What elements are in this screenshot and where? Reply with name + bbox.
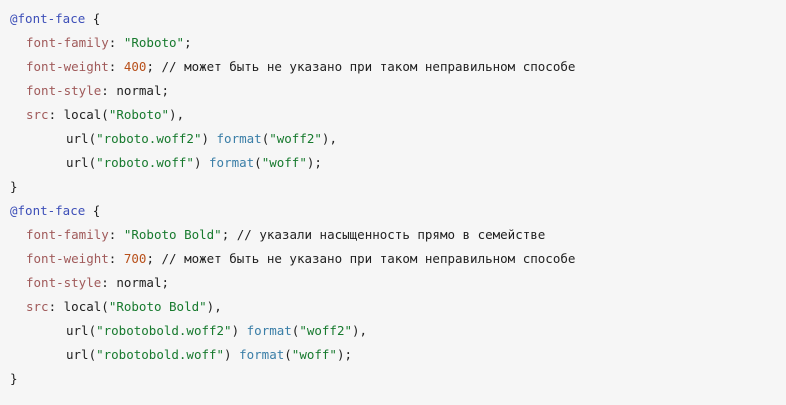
function-format: format (246, 323, 292, 338)
value-string: "robotobold.woff" (96, 347, 225, 362)
comma: , (214, 299, 222, 314)
function-format: format (216, 131, 262, 146)
code-line-16: } (10, 367, 786, 391)
value-string: "roboto.woff2" (96, 131, 202, 146)
property-font-style: font-style (26, 275, 102, 290)
semicolon: ; (184, 35, 192, 50)
value-string: "woff" (291, 347, 337, 362)
comment: // может быть не указано при таком непра… (153, 59, 576, 74)
colon: : (108, 35, 124, 50)
property-src: src (26, 299, 49, 314)
comma: , (359, 323, 368, 338)
code-line-8: } (10, 175, 786, 199)
semicolon: ; (146, 59, 154, 74)
colon: : (108, 251, 124, 266)
lparen: ( (101, 107, 109, 122)
property-font-family: font-family (26, 227, 109, 242)
function-format: format (209, 155, 255, 170)
comment: // может быть не указано при таком непра… (153, 251, 576, 266)
code-line-6: url("roboto.woff2") format("woff2"), (10, 127, 786, 151)
value-string: "Roboto Bold" (108, 299, 207, 314)
lparen: ( (284, 347, 292, 362)
colon: : (48, 107, 64, 122)
value-string: "Roboto Bold" (123, 227, 222, 242)
open-brace: { (85, 203, 101, 218)
comma: , (176, 107, 185, 122)
lparen: ( (101, 299, 109, 314)
code-line-5: src: local("Roboto"), (10, 103, 786, 127)
property-font-family: font-family (26, 35, 109, 50)
colon: : (101, 275, 117, 290)
code-line-3: font-weight: 400; // может быть не указа… (10, 55, 786, 79)
rparen: ) (352, 323, 360, 338)
code-line-7: url("roboto.woff") format("woff"); (10, 151, 786, 175)
code-line-1: @font-face { (10, 7, 786, 31)
rparen: ) (201, 131, 217, 146)
value-string: "robotobold.woff2" (96, 323, 232, 338)
at-rule-font-face: @font-face (10, 11, 86, 26)
code-line-13: src: local("Roboto Bold"), (10, 295, 786, 319)
function-url: url (66, 155, 89, 170)
close-brace: } (10, 179, 18, 194)
rparen: ) (224, 347, 240, 362)
colon: : (48, 299, 64, 314)
code-line-11: font-weight: 700; // может быть не указа… (10, 247, 786, 271)
code-line-4: font-style: normal; (10, 79, 786, 103)
comment: // указали насыщенность прямо в семейств… (229, 227, 546, 242)
semicolon: ; (314, 155, 322, 170)
open-brace: { (85, 11, 101, 26)
function-url: url (66, 131, 89, 146)
code-line-14: url("robotobold.woff2") format("woff2"), (10, 319, 786, 343)
code-line-12: font-style: normal; (10, 271, 786, 295)
colon: : (101, 83, 117, 98)
value-keyword: normal (116, 83, 162, 98)
rparen: ) (169, 107, 177, 122)
code-block: @font-face { font-family: "Roboto"; font… (0, 0, 786, 405)
colon: : (108, 59, 124, 74)
property-font-weight: font-weight (26, 251, 109, 266)
value-string: "woff" (261, 155, 307, 170)
lparen: ( (88, 347, 97, 362)
value-string: "woff2" (299, 323, 353, 338)
rparen: ) (193, 155, 210, 170)
property-font-style: font-style (26, 83, 102, 98)
code-line-9: @font-face { (10, 199, 786, 223)
close-brace: } (10, 371, 18, 386)
lparen: ( (88, 131, 97, 146)
code-line-10: font-family: "Roboto Bold"; // указали н… (10, 223, 786, 247)
semicolon: ; (344, 347, 353, 362)
function-url: url (66, 323, 89, 338)
comma: , (329, 131, 337, 146)
at-rule-font-face: @font-face (10, 203, 86, 218)
rparen: ) (231, 323, 247, 338)
value-string: "roboto.woff" (96, 155, 194, 170)
lparen: ( (88, 155, 97, 170)
function-local: local (63, 299, 102, 314)
value-string: "woff2" (269, 131, 322, 146)
function-format: format (239, 347, 285, 362)
value-number: 400 (123, 59, 147, 74)
lparen: ( (254, 155, 262, 170)
property-src: src (26, 107, 49, 122)
value-keyword: normal (116, 275, 162, 290)
code-line-2: font-family: "Roboto"; (10, 31, 786, 55)
semicolon: ; (146, 251, 154, 266)
code-line-15: url("robotobold.woff") format("woff"); (10, 343, 786, 367)
semicolon: ; (161, 83, 170, 98)
lparen: ( (88, 323, 97, 338)
semicolon: ; (161, 275, 170, 290)
function-local: local (63, 107, 102, 122)
value-string: "Roboto" (123, 35, 185, 50)
value-number: 700 (123, 251, 147, 266)
value-string: "Roboto" (108, 107, 170, 122)
colon: : (108, 227, 124, 242)
property-font-weight: font-weight (26, 59, 109, 74)
function-url: url (66, 347, 89, 362)
